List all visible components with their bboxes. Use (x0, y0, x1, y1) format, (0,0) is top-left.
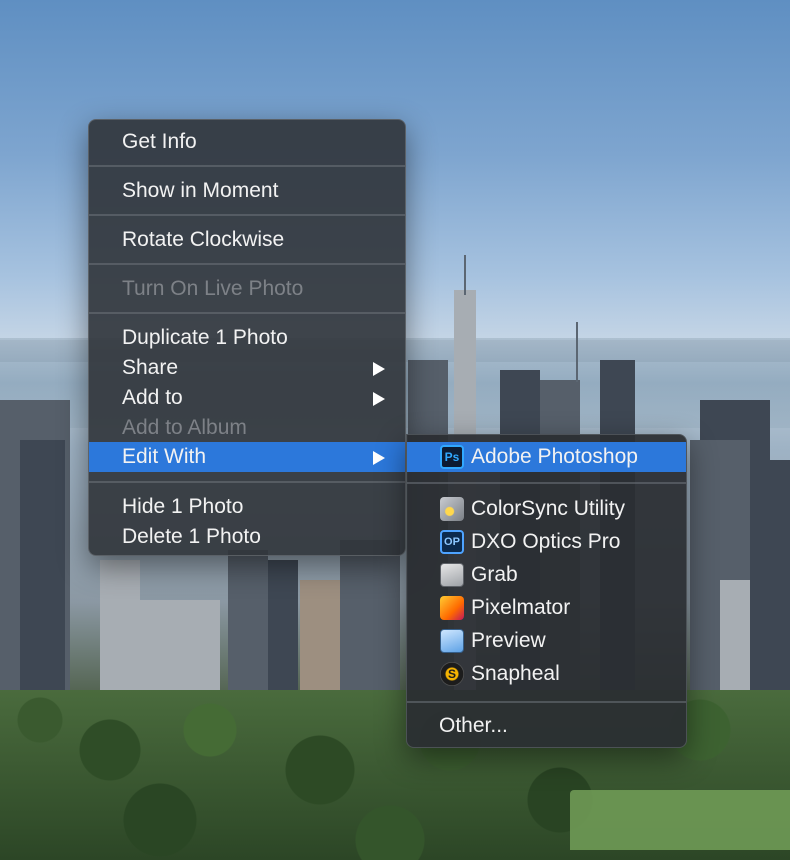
photoshop-icon: Ps (440, 445, 464, 469)
pixelmator-icon (440, 596, 464, 620)
menu-item-edit-with-label: Edit With (122, 445, 207, 468)
building (268, 560, 298, 690)
submenu-item-pixelmator[interactable]: Pixelmator (407, 593, 686, 623)
building (228, 550, 268, 690)
menu-item-share-label: Share (122, 356, 179, 379)
submenu-item-adobe-photoshop[interactable]: Ps Adobe Photoshop (407, 442, 686, 472)
building (20, 440, 65, 690)
submenu-item-preview[interactable]: Preview (407, 626, 686, 656)
menu-separator (89, 214, 405, 216)
submenu-item-label: Snapheal (471, 662, 560, 685)
menu-item-add-to-album: Add to Album (122, 416, 247, 439)
menu-item-show-in-moment[interactable]: Show in Moment (89, 176, 405, 206)
building (130, 600, 220, 690)
submenu-item-grab[interactable]: Grab (407, 560, 686, 590)
building (340, 540, 400, 690)
submenu-item-label: Pixelmator (471, 596, 571, 619)
menu-item-share[interactable]: Share (89, 353, 405, 383)
menu-separator (407, 701, 686, 703)
menu-separator (89, 481, 405, 483)
tower-spire (464, 255, 466, 295)
antenna (576, 322, 578, 382)
menu-separator (407, 482, 686, 484)
menu-item-add-to[interactable]: Add to (89, 383, 405, 413)
menu-item-duplicate[interactable]: Duplicate 1 Photo (89, 323, 405, 353)
submenu-arrow-icon (373, 451, 385, 465)
submenu-arrow-icon (373, 392, 385, 406)
submenu-item-other[interactable]: Other... (407, 711, 686, 741)
menu-item-rotate-clockwise[interactable]: Rotate Clockwise (89, 225, 405, 255)
menu-item-delete[interactable]: Delete 1 Photo (89, 522, 405, 552)
submenu-item-label: DXO Optics Pro (471, 530, 621, 553)
menu-item-get-info[interactable]: Get Info (89, 127, 405, 157)
park-lawn (570, 790, 790, 850)
menu-item-turn-on-live-photo: Turn On Live Photo (122, 277, 304, 300)
submenu-item-label: Grab (471, 563, 518, 586)
submenu-item-label: ColorSync Utility (471, 497, 626, 520)
menu-separator (89, 165, 405, 167)
grab-icon (440, 563, 464, 587)
menu-item-hide[interactable]: Hide 1 Photo (89, 492, 405, 522)
menu-item-edit-with[interactable]: Edit With (89, 442, 405, 472)
building (720, 580, 750, 690)
submenu-item-label: Adobe Photoshop (471, 445, 638, 468)
edit-with-submenu: Ps Adobe Photoshop ColorSync Utility OP … (406, 434, 687, 748)
building (760, 460, 790, 690)
submenu-item-label: Preview (471, 629, 546, 652)
colorsync-icon (440, 497, 464, 521)
submenu-item-snapheal[interactable]: S Snapheal (407, 659, 686, 689)
menu-item-add-to-label: Add to (122, 386, 183, 409)
preview-icon (440, 629, 464, 653)
dxo-icon: OP (440, 530, 464, 554)
menu-separator (89, 263, 405, 265)
submenu-item-dxo-optics-pro[interactable]: OP DXO Optics Pro (407, 527, 686, 557)
submenu-item-colorsync-utility[interactable]: ColorSync Utility (407, 494, 686, 524)
snapheal-icon: S (440, 662, 464, 686)
photo-context-menu: Get Info Show in Moment Rotate Clockwise… (88, 119, 406, 556)
submenu-arrow-icon (373, 362, 385, 376)
menu-separator (89, 312, 405, 314)
